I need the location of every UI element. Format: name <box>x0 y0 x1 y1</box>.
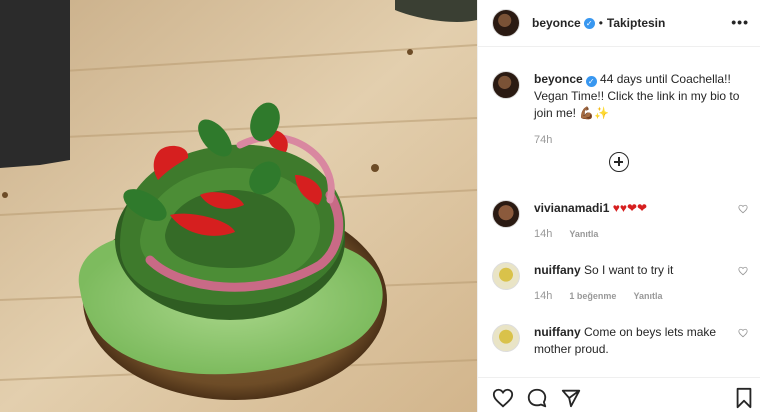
comment-time[interactable]: 14h <box>534 290 552 302</box>
load-more-comments-icon[interactable] <box>609 152 629 172</box>
comment-meta: 14h Yanıtla <box>534 228 754 240</box>
comment-icon[interactable] <box>526 387 548 409</box>
caption-avatar[interactable] <box>492 71 520 99</box>
share-icon[interactable] <box>560 387 582 409</box>
comment-text-block: nuiffany Come on beys lets make mother p… <box>534 324 754 358</box>
more-options-icon[interactable]: ••• <box>731 14 749 30</box>
comment-item: nuiffany Come on beys lets make mother p… <box>492 324 754 358</box>
comment-text-block: vivianamadi1 ♥♥❤❤ <box>534 200 754 217</box>
verified-badge-icon: ✓ <box>583 17 595 29</box>
comment-time[interactable]: 14h <box>534 228 552 240</box>
comments-section: beyonce ✓ 44 days until Coachella!! Vegan… <box>478 47 760 377</box>
separator-dot: • <box>598 16 603 30</box>
verified-badge-icon: ✓ <box>585 76 597 87</box>
comment-item: nuiffany So I want to try it 14h 1 beğen… <box>492 262 754 302</box>
comment-likes-count[interactable]: 1 beğenme <box>569 291 616 301</box>
comment-text-block: nuiffany So I want to try it <box>534 262 754 279</box>
post-actions-bar <box>478 377 760 412</box>
vegan-toast-image <box>0 0 477 412</box>
comment-item: vivianamadi1 ♥♥❤❤ 14h Yanıtla <box>492 200 754 240</box>
commenter-avatar[interactable] <box>492 324 520 352</box>
reply-button[interactable]: Yanıtla <box>634 291 663 301</box>
like-comment-heart-icon[interactable] <box>738 204 748 214</box>
comment-username[interactable]: nuiffany <box>534 263 581 277</box>
post-side-panel: beyonce ✓ • Takiptesin ••• beyonce ✓ 44 d… <box>477 0 760 412</box>
caption-time[interactable]: 74h <box>534 134 754 146</box>
like-comment-heart-icon[interactable] <box>738 266 748 276</box>
like-comment-heart-icon[interactable] <box>738 328 748 338</box>
commenter-avatar[interactable] <box>492 262 520 290</box>
caption-username[interactable]: beyonce <box>534 72 583 86</box>
author-username[interactable]: beyonce <box>532 16 581 30</box>
comment-text: So I want to try it <box>584 263 674 277</box>
post-caption: beyonce ✓ 44 days until Coachella!! Vegan… <box>492 71 754 146</box>
post-photo[interactable] <box>0 0 477 412</box>
following-status-button[interactable]: Takiptesin <box>607 16 665 30</box>
post-header: beyonce ✓ • Takiptesin ••• <box>478 0 760 47</box>
caption-text-block: beyonce ✓ 44 days until Coachella!! Vegan… <box>534 71 754 122</box>
comment-meta: 14h 1 beğenme Yanıtla <box>534 290 754 302</box>
heart-icon[interactable] <box>492 387 514 409</box>
reply-button[interactable]: Yanıtla <box>569 229 598 239</box>
instagram-post: beyonce ✓ • Takiptesin ••• beyonce ✓ 44 d… <box>0 0 760 412</box>
bookmark-icon[interactable] <box>734 387 754 409</box>
comment-username[interactable]: nuiffany <box>534 325 581 339</box>
commenter-avatar[interactable] <box>492 200 520 228</box>
author-avatar[interactable] <box>492 9 520 37</box>
comment-text: ♥♥❤❤ <box>612 201 648 215</box>
comment-username[interactable]: vivianamadi1 <box>534 201 609 215</box>
